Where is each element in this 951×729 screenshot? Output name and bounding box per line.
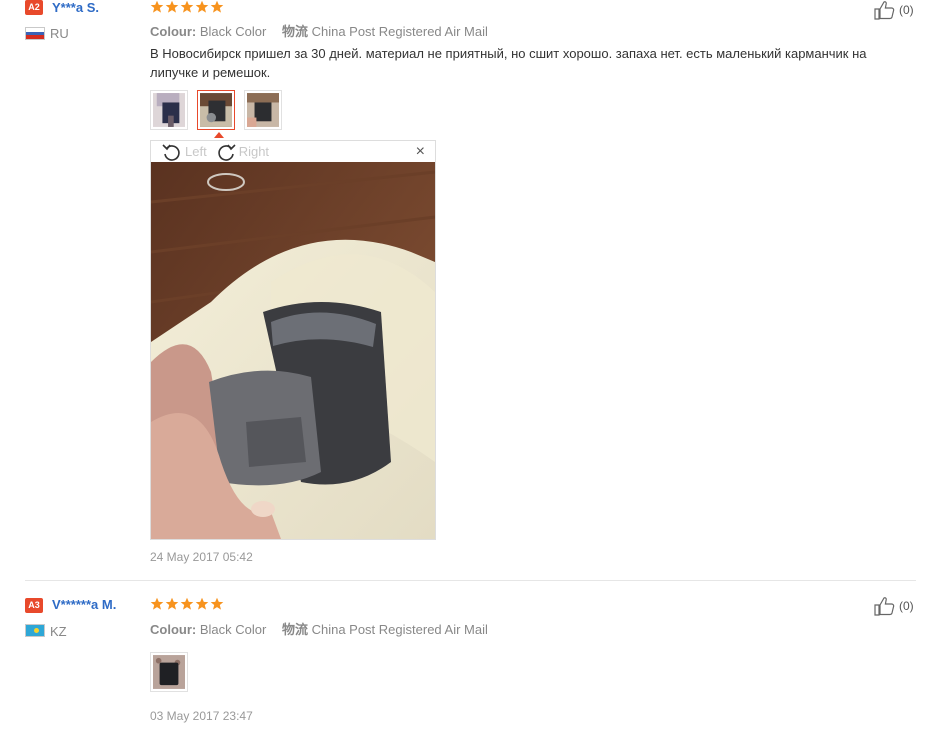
star-icon — [210, 0, 224, 14]
selected-indicator — [214, 132, 224, 138]
reviewer-name[interactable]: V******a M. — [52, 597, 116, 612]
shipping-value: China Post Registered Air Mail — [311, 24, 488, 39]
photo-image — [200, 93, 232, 127]
review-divider — [25, 580, 916, 581]
helpful-count: (0) — [899, 3, 914, 17]
rotate-right-icon — [218, 143, 236, 161]
photo-large-image — [151, 162, 435, 539]
shipping-label: 物流 — [281, 24, 308, 39]
rotate-left-label: Left — [185, 144, 207, 159]
colour-label: Colour: — [150, 622, 197, 637]
review-photo-thumb[interactable] — [244, 90, 282, 130]
star-icon — [150, 0, 164, 14]
review-photo-thumb[interactable] — [150, 90, 188, 130]
colour-value: Black Color — [199, 24, 267, 39]
thumbs-up-icon — [873, 596, 897, 616]
star-icon — [180, 597, 194, 611]
thumbs-up-icon — [873, 0, 897, 20]
reviewer-country: KZ — [50, 624, 67, 639]
colour-value: Black Color — [199, 622, 267, 637]
kazakhstan-flag-icon — [25, 624, 45, 637]
review-date: 24 May 2017 05:42 — [150, 550, 253, 564]
review-photo-thumb-selected[interactable] — [197, 90, 235, 130]
rank-badge: A3 — [25, 598, 43, 613]
photo-viewer: Left Right × — [150, 140, 436, 540]
star-icon — [195, 597, 209, 611]
star-icon — [165, 0, 179, 14]
photo-image — [247, 93, 279, 127]
helpful-button[interactable]: (0) — [873, 0, 914, 20]
rank-badge: A2 — [25, 0, 43, 15]
russia-flag-icon — [25, 27, 45, 40]
star-icon — [210, 597, 224, 611]
review-photo-thumb[interactable] — [150, 652, 188, 692]
close-viewer-button[interactable]: × — [416, 143, 425, 161]
helpful-button[interactable]: (0) — [873, 596, 914, 616]
rotate-right-label: Right — [238, 144, 270, 159]
star-icon — [165, 597, 179, 611]
star-icon — [180, 0, 194, 14]
shipping-label: 物流 — [281, 622, 308, 637]
order-info: Colour: Black Color 物流 China Post Regist… — [150, 619, 488, 638]
rotate-right-button[interactable]: Right — [215, 142, 269, 162]
photo-large — [151, 162, 435, 539]
review-date: 03 May 2017 23:47 — [150, 709, 253, 723]
review-text: В Новосибирск пришел за 30 дней. материа… — [150, 46, 867, 80]
helpful-count: (0) — [899, 599, 914, 613]
order-info: Colour: Black Color 物流 China Post Regist… — [150, 21, 488, 40]
rating-stars — [150, 597, 224, 611]
rotate-left-button[interactable]: Left — [161, 142, 207, 162]
colour-label: Colour: — [150, 24, 197, 39]
reviewer-name[interactable]: Y***a S. — [52, 0, 99, 15]
rotate-left-icon — [162, 143, 180, 161]
rating-stars — [150, 0, 224, 14]
reviewer-country: RU — [50, 26, 69, 41]
star-icon — [150, 597, 164, 611]
viewer-toolbar: Left Right × — [151, 141, 435, 162]
star-icon — [195, 0, 209, 14]
photo-image — [153, 655, 185, 689]
shipping-value: China Post Registered Air Mail — [311, 622, 488, 637]
photo-image — [153, 93, 185, 127]
